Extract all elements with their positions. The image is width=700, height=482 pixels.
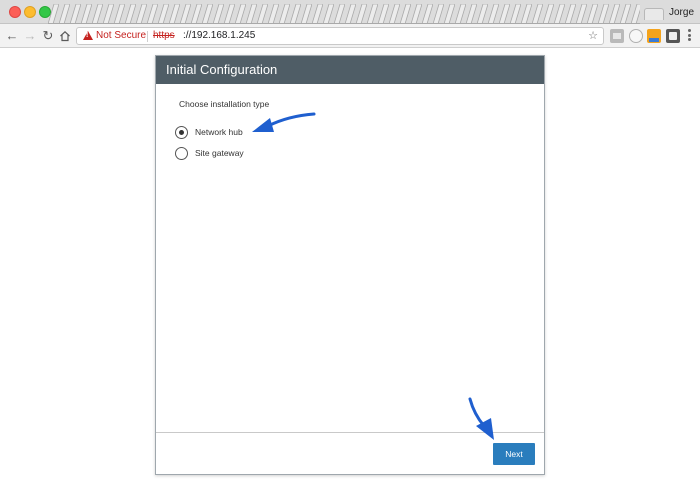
reload-icon[interactable]: ↻ xyxy=(40,28,56,44)
bookmark-star-icon[interactable]: ☆ xyxy=(588,28,598,44)
network-hub-radio[interactable] xyxy=(175,126,188,139)
minimize-window-button[interactable] xyxy=(24,6,36,18)
url-host: ://192.168.1.245 xyxy=(183,30,256,41)
site-gateway-label[interactable]: Site gateway xyxy=(195,147,244,160)
forward-arrow-icon[interactable]: → xyxy=(22,28,38,44)
browser-toolbar: ← → ↻ Not Secure https ://192.168.1.245 … xyxy=(0,24,700,48)
security-status[interactable]: Not Secure xyxy=(96,28,146,44)
tab-strip[interactable] xyxy=(48,4,640,24)
back-arrow-icon[interactable]: ← xyxy=(4,28,20,44)
profile-name[interactable]: Jorge xyxy=(669,6,694,19)
tab-strip-graphic xyxy=(48,4,640,24)
extension-icon[interactable] xyxy=(610,29,624,43)
extension-icon[interactable] xyxy=(647,29,661,43)
footer-divider xyxy=(156,432,544,433)
next-button[interactable]: Next xyxy=(493,443,535,465)
url-scheme: https xyxy=(153,30,175,41)
browser-menu-icon[interactable] xyxy=(686,29,692,43)
extension-icon[interactable] xyxy=(666,29,680,43)
extension-icon[interactable] xyxy=(629,29,643,43)
network-hub-label[interactable]: Network hub xyxy=(195,126,243,139)
installation-type-prompt: Choose installation type xyxy=(179,99,270,109)
close-window-button[interactable] xyxy=(9,6,21,18)
url-divider xyxy=(147,31,148,42)
address-bar[interactable]: Not Secure https ://192.168.1.245 ☆ xyxy=(76,27,604,45)
home-icon[interactable] xyxy=(57,28,73,44)
new-tab-button[interactable] xyxy=(644,8,664,20)
browser-titlebar: Jorge xyxy=(0,0,700,24)
initial-configuration-dialog: Initial Configuration Choose installatio… xyxy=(155,55,545,475)
site-gateway-radio[interactable] xyxy=(175,147,188,160)
warning-icon xyxy=(83,31,93,40)
dialog-title: Initial Configuration xyxy=(156,56,544,84)
